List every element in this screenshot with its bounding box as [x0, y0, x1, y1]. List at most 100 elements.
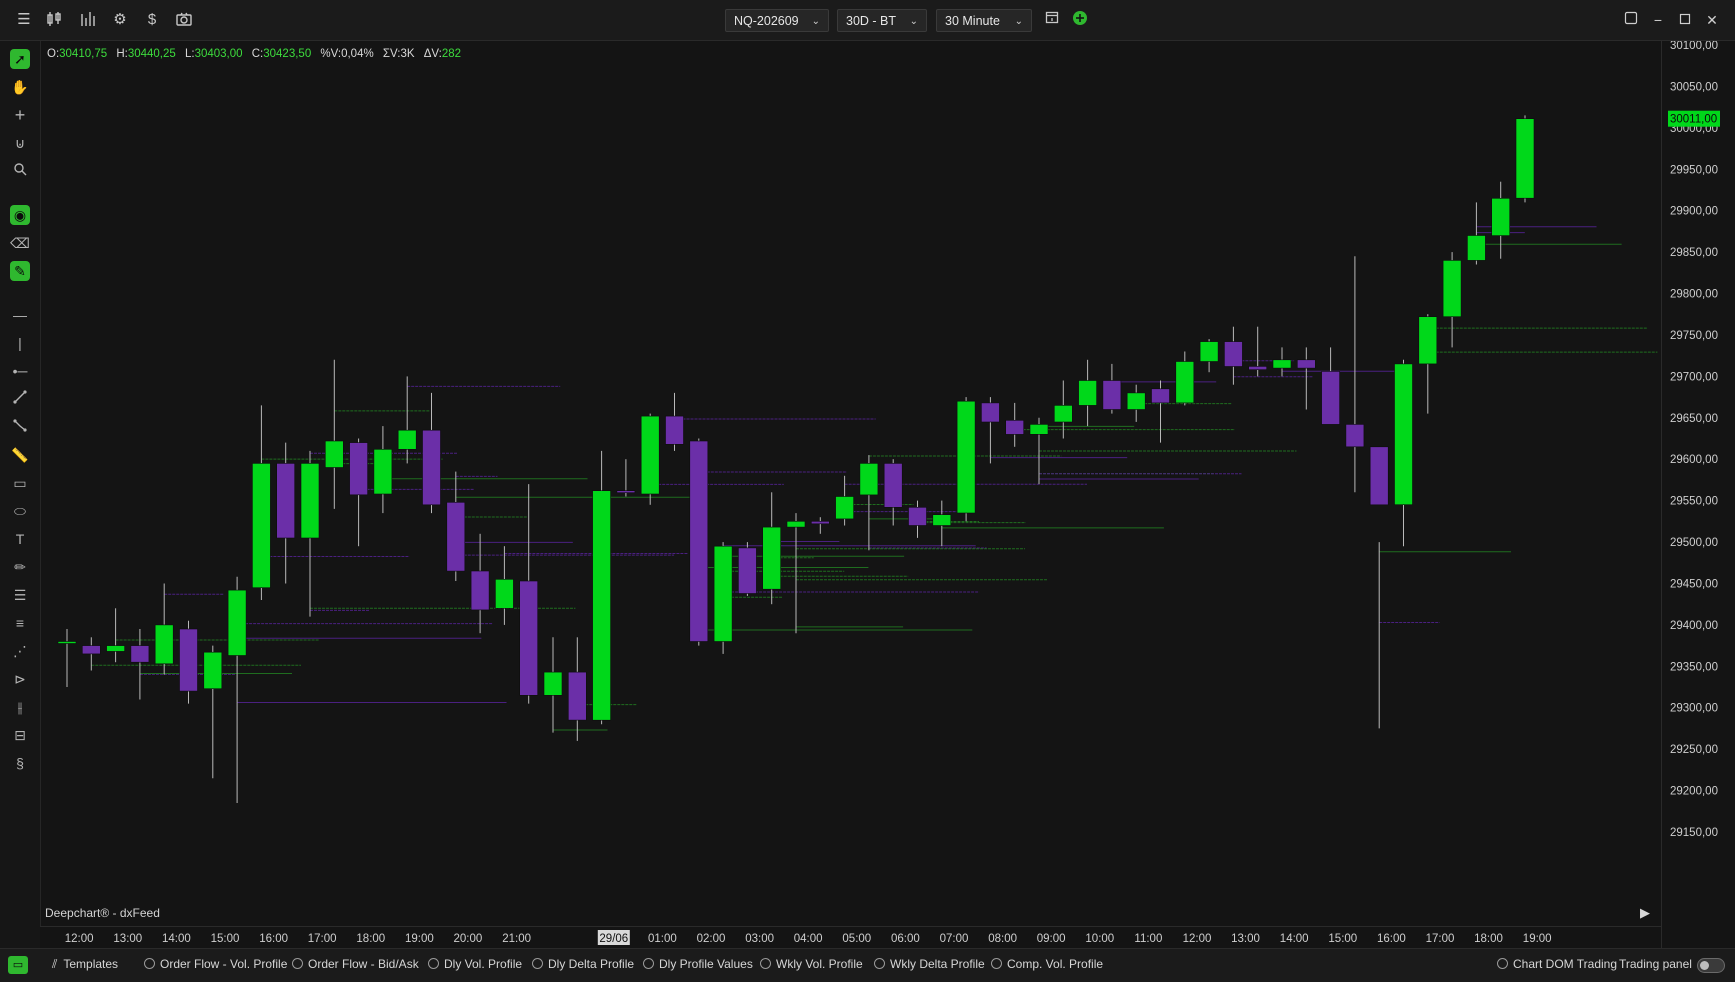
- bull-candle-body: [543, 671, 563, 696]
- interval-dropdown[interactable]: 30 Minute ⌄: [936, 9, 1032, 32]
- settings-profile-icon[interactable]: §: [10, 753, 30, 773]
- bar-chart-icon[interactable]: [78, 10, 98, 30]
- bull-candle-body: [154, 624, 174, 665]
- lines-icon[interactable]: ≡: [10, 613, 30, 633]
- bull-candle-body: [1515, 118, 1535, 199]
- chevron-down-icon: ⌄: [811, 16, 820, 27]
- minimize-icon[interactable]: −: [1648, 10, 1668, 30]
- magnet-lock-icon[interactable]: ✎: [10, 261, 30, 281]
- time-axis[interactable]: 12:00 13:00 14:00 15:00 16:00 17:00 18:00 19:00…: [40, 926, 1661, 949]
- calendar-icon[interactable]: [1042, 10, 1062, 30]
- bull-candle-body: [786, 520, 806, 528]
- price-tick-label: 29850,00: [1670, 247, 1718, 259]
- play-icon[interactable]: ▶: [1640, 905, 1650, 921]
- chart-window-icon[interactable]: ▭: [8, 956, 28, 974]
- bull-candle-body: [252, 463, 271, 588]
- candle: [1321, 347, 1340, 425]
- ruler-icon[interactable]: 📏: [10, 445, 30, 465]
- pencil-icon[interactable]: ✏: [10, 557, 30, 577]
- rectangle-icon[interactable]: ▭: [10, 473, 30, 493]
- candle: [932, 500, 952, 547]
- price-chart[interactable]: [40, 41, 1661, 926]
- template-option[interactable]: Dly Profile Values: [643, 957, 753, 971]
- text-icon[interactable]: T: [10, 529, 30, 549]
- chart-dom-trading-option[interactable]: Chart DOM Trading: [1497, 957, 1617, 971]
- candle: [640, 413, 660, 505]
- template-option-label: Comp. Vol. Profile: [1007, 957, 1104, 971]
- symbol-dropdown[interactable]: NQ-202609 ⌄: [725, 9, 829, 32]
- bear-candle-body: [1321, 371, 1340, 425]
- cursor-icon[interactable]: ➚: [10, 49, 30, 69]
- template-option[interactable]: Wkly Vol. Profile: [760, 957, 863, 971]
- template-option[interactable]: Order Flow - Vol. Profile: [144, 957, 287, 971]
- time-tick-label: 16:00: [259, 933, 288, 945]
- fib-extension-icon[interactable]: ⊳: [10, 669, 30, 689]
- candle: [883, 459, 903, 526]
- bull-candle-body: [1418, 316, 1438, 365]
- template-option[interactable]: Dly Delta Profile: [532, 957, 634, 971]
- radio-icon: [760, 958, 771, 969]
- bull-candle-body: [592, 490, 611, 721]
- time-tick-label: 05:00: [842, 933, 871, 945]
- fib-time-icon[interactable]: ⫲: [10, 697, 30, 717]
- candle: [1102, 363, 1122, 414]
- profile-icon[interactable]: ⊟: [10, 725, 30, 745]
- add-icon[interactable]: [1070, 10, 1090, 30]
- trading-panel-toggle[interactable]: [1697, 958, 1725, 973]
- eye-icon[interactable]: ◉: [10, 205, 30, 225]
- magnet-icon[interactable]: ⊍: [10, 133, 30, 153]
- candlestick-icon[interactable]: [44, 10, 64, 30]
- bear-candle-body: [567, 671, 587, 721]
- detach-icon[interactable]: [1621, 10, 1641, 30]
- price-tick-label: 29300,00: [1670, 703, 1718, 715]
- template-option[interactable]: Order Flow - Bid/Ask: [292, 957, 419, 971]
- ellipse-icon[interactable]: ⬭: [10, 501, 30, 521]
- maximize-icon[interactable]: [1675, 10, 1695, 30]
- bull-candle-body: [203, 651, 223, 690]
- price-axis[interactable]: 30100,0030050,0030000,0029950,0029900,00…: [1661, 41, 1735, 948]
- path-icon[interactable]: [10, 417, 30, 437]
- candle: [1175, 351, 1195, 406]
- menu-icon[interactable]: ☰: [14, 10, 34, 30]
- top-toolbar: ☰ ⚙ $ NQ-202609 ⌄ 30D - BT ⌄ 30 Minute ⌄ − …: [0, 0, 1735, 41]
- bear-candle-body: [883, 463, 903, 508]
- horizontal-line-icon[interactable]: —: [10, 305, 30, 325]
- zoom-icon[interactable]: [10, 161, 30, 181]
- time-tick-label: 18:00: [1474, 933, 1503, 945]
- time-tick-label: 11:00: [1134, 933, 1162, 945]
- bear-candle-body: [665, 415, 684, 445]
- high-value: 30440,25: [127, 48, 176, 60]
- template-option[interactable]: Wkly Delta Profile: [874, 957, 985, 971]
- bull-candle-body: [859, 463, 879, 496]
- price-tick-label: 29600,00: [1670, 454, 1718, 466]
- vertical-line-icon[interactable]: |: [10, 333, 30, 353]
- eraser-icon[interactable]: ⌫: [10, 233, 30, 253]
- bull-candle-body: [495, 578, 514, 609]
- candle: [859, 455, 879, 551]
- fib-icon[interactable]: ⋰: [10, 641, 30, 661]
- trend-line-icon[interactable]: [10, 389, 30, 409]
- list-icon[interactable]: ☰: [10, 585, 30, 605]
- bull-candle-body: [1126, 392, 1146, 410]
- candle: [835, 475, 854, 526]
- template-option[interactable]: Comp. Vol. Profile: [991, 957, 1103, 971]
- candle: [981, 397, 1000, 464]
- range-dropdown[interactable]: 30D - BT ⌄: [837, 9, 927, 32]
- bull-candle-body: [1467, 235, 1486, 261]
- trading-panel-label: Trading panel: [1619, 957, 1692, 971]
- drawing-toolbar: ➚ ✋ + ⊍ ◉ ⌫ ✎ — | •─ 📏 ▭ ⬭ T ✏ ☰ ≡ ⋰ ⊳ ⫲…: [0, 41, 41, 948]
- camera-icon[interactable]: [174, 10, 194, 30]
- hand-icon[interactable]: ✋: [10, 77, 30, 97]
- price-tick-label: 29900,00: [1670, 206, 1718, 218]
- templates-button[interactable]: ⫽ Templates: [52, 957, 118, 972]
- candle: [908, 500, 927, 538]
- price-tick-label: 29150,00: [1670, 827, 1718, 839]
- template-option[interactable]: Dly Vol. Profile: [428, 957, 522, 971]
- gear-icon[interactable]: ⚙: [110, 10, 130, 30]
- horizontal-ray-icon[interactable]: •─: [10, 361, 30, 381]
- close-icon[interactable]: ✕: [1702, 10, 1722, 30]
- time-tick-label: 14:00: [162, 933, 191, 945]
- crosshair-icon[interactable]: +: [10, 105, 30, 125]
- bear-candle-body: [616, 490, 636, 494]
- dollar-icon[interactable]: $: [142, 10, 162, 30]
